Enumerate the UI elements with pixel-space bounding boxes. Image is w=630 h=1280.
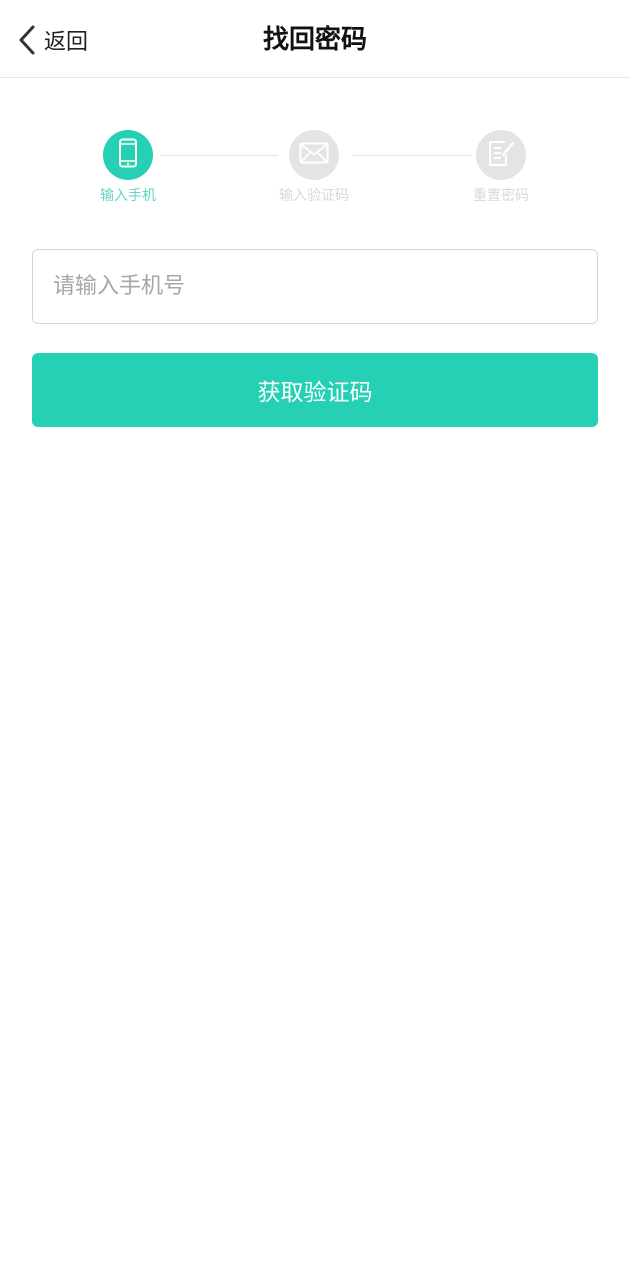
step-label: 重置密码 xyxy=(473,188,529,204)
phone-icon xyxy=(118,138,138,172)
step-circle xyxy=(476,130,526,180)
step-label: 输入手机 xyxy=(100,188,156,204)
page-title: 找回密码 xyxy=(262,25,367,55)
navigation-bar: 返回 找回密码 xyxy=(0,0,630,78)
mail-icon xyxy=(299,142,329,168)
step-circle xyxy=(289,130,339,180)
step-enter-code: 输入验证码 xyxy=(254,130,374,205)
get-verification-code-button[interactable]: 获取验证码 xyxy=(32,353,598,427)
phone-number-input[interactable] xyxy=(32,249,598,324)
step-circle xyxy=(103,130,153,180)
step-enter-phone: 输入手机 xyxy=(68,130,188,205)
step-label: 输入验证码 xyxy=(279,188,349,204)
step-reset-password: 重置密码 xyxy=(441,130,561,205)
edit-document-icon xyxy=(486,139,516,171)
progress-steps: 输入手机 输入验证码 重置密码 xyxy=(0,130,630,210)
